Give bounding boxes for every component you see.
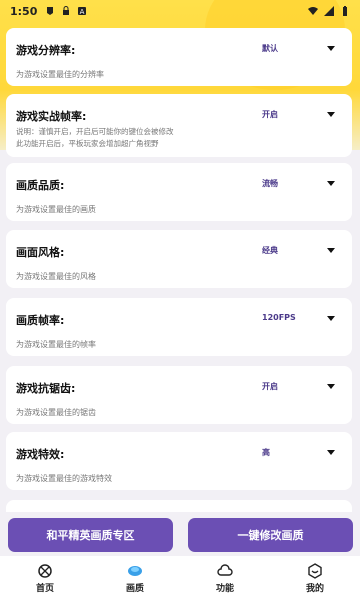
setting-value[interactable]: 默认 bbox=[262, 43, 278, 54]
chevron-down-icon[interactable] bbox=[327, 316, 335, 321]
wifi-icon bbox=[308, 7, 318, 15]
quality-icon bbox=[128, 565, 142, 576]
notification-icon bbox=[47, 7, 54, 15]
chevron-down-icon[interactable] bbox=[327, 181, 335, 186]
setting-card-antialias[interactable]: 游戏抗锯齿: 开启 为游戏设置最佳的锯齿 bbox=[6, 366, 352, 424]
setting-card-quality[interactable]: 画质品质: 流畅 为游戏设置最佳的画质 bbox=[6, 163, 352, 221]
setting-desc: 为游戏设置最佳的帧率 bbox=[16, 340, 96, 349]
setting-card-style[interactable]: 画面风格: 经典 为游戏设置最佳的风格 bbox=[6, 230, 352, 288]
setting-card-combat-framerate[interactable]: 游戏实战帧率: 开启 说明：谨慎开启，开启后可能你的键位会被修改 此功能开启后，… bbox=[6, 94, 352, 157]
quality-zone-button[interactable]: 和平精英画质专区 bbox=[8, 518, 173, 552]
chevron-down-icon[interactable] bbox=[327, 384, 335, 389]
tab-label: 画质 bbox=[125, 583, 144, 594]
setting-desc: 为游戏设置最佳的风格 bbox=[16, 272, 96, 281]
svg-text:A: A bbox=[80, 8, 85, 16]
setting-title: 画质帧率: bbox=[16, 314, 65, 327]
setting-value[interactable]: 120FPS bbox=[262, 313, 296, 322]
tab-profile[interactable]: 我的 bbox=[270, 556, 360, 600]
setting-desc: 说明：谨慎开启，开启后可能你的键位会被修改 此功能开启后，平板玩家会增加超广角视… bbox=[16, 127, 174, 148]
chevron-down-icon[interactable] bbox=[327, 112, 335, 117]
setting-desc: 为游戏设置最佳的分辨率 bbox=[16, 70, 104, 79]
setting-title: 游戏分辨率: bbox=[16, 44, 76, 57]
tab-label: 首页 bbox=[35, 583, 54, 594]
chevron-down-icon[interactable] bbox=[327, 450, 335, 455]
setting-desc: 为游戏设置最佳的游戏特效 bbox=[16, 474, 112, 483]
battery-icon bbox=[343, 6, 347, 16]
setting-title: 画面风格: bbox=[16, 246, 65, 259]
settings-list[interactable]: 游戏分辨率: 默认 为游戏设置最佳的分辨率 游戏实战帧率: 开启 说明：谨慎开启… bbox=[0, 22, 360, 512]
tab-home[interactable]: 首页 bbox=[0, 556, 90, 600]
setting-card-resolution[interactable]: 游戏分辨率: 默认 为游戏设置最佳的分辨率 bbox=[6, 28, 352, 86]
tab-label: 功能 bbox=[215, 583, 234, 594]
setting-value[interactable]: 流畅 bbox=[262, 178, 278, 189]
chevron-down-icon[interactable] bbox=[327, 46, 335, 51]
bottom-tab-bar: 首页 画质 功能 我的 bbox=[0, 556, 360, 600]
profile-icon bbox=[308, 562, 322, 579]
cloud-icon bbox=[217, 563, 233, 576]
status-time: 1:50 bbox=[10, 4, 38, 18]
action-bar: 和平精英画质专区 一键修改画质 bbox=[0, 512, 360, 556]
signal-icon bbox=[324, 6, 334, 16]
one-click-modify-button[interactable]: 一键修改画质 bbox=[188, 518, 353, 552]
tab-functions[interactable]: 功能 bbox=[180, 556, 270, 600]
tab-label: 我的 bbox=[305, 583, 324, 594]
setting-desc: 为游戏设置最佳的画质 bbox=[16, 205, 96, 214]
home-icon bbox=[38, 563, 52, 578]
setting-value[interactable]: 开启 bbox=[262, 381, 278, 392]
chevron-down-icon[interactable] bbox=[327, 248, 335, 253]
setting-value[interactable]: 高 bbox=[262, 447, 270, 458]
tab-quality[interactable]: 画质 bbox=[90, 556, 180, 600]
setting-card-effects[interactable]: 游戏特效: 高 为游戏设置最佳的游戏特效 bbox=[6, 432, 352, 490]
setting-card-framerate[interactable]: 画质帧率: 120FPS 为游戏设置最佳的帧率 bbox=[6, 298, 352, 356]
setting-title: 游戏抗锯齿: bbox=[16, 382, 76, 395]
setting-title: 画质品质: bbox=[16, 179, 65, 192]
status-bar: 1:50 A bbox=[0, 0, 360, 22]
setting-title: 游戏特效: bbox=[16, 448, 65, 461]
app-icon: A bbox=[78, 7, 87, 16]
setting-card-partial[interactable] bbox=[6, 500, 352, 512]
setting-title: 游戏实战帧率: bbox=[16, 110, 87, 123]
setting-value[interactable]: 开启 bbox=[262, 109, 278, 120]
lock-icon bbox=[63, 6, 70, 15]
setting-desc: 为游戏设置最佳的锯齿 bbox=[16, 408, 96, 417]
setting-value[interactable]: 经典 bbox=[262, 245, 278, 256]
